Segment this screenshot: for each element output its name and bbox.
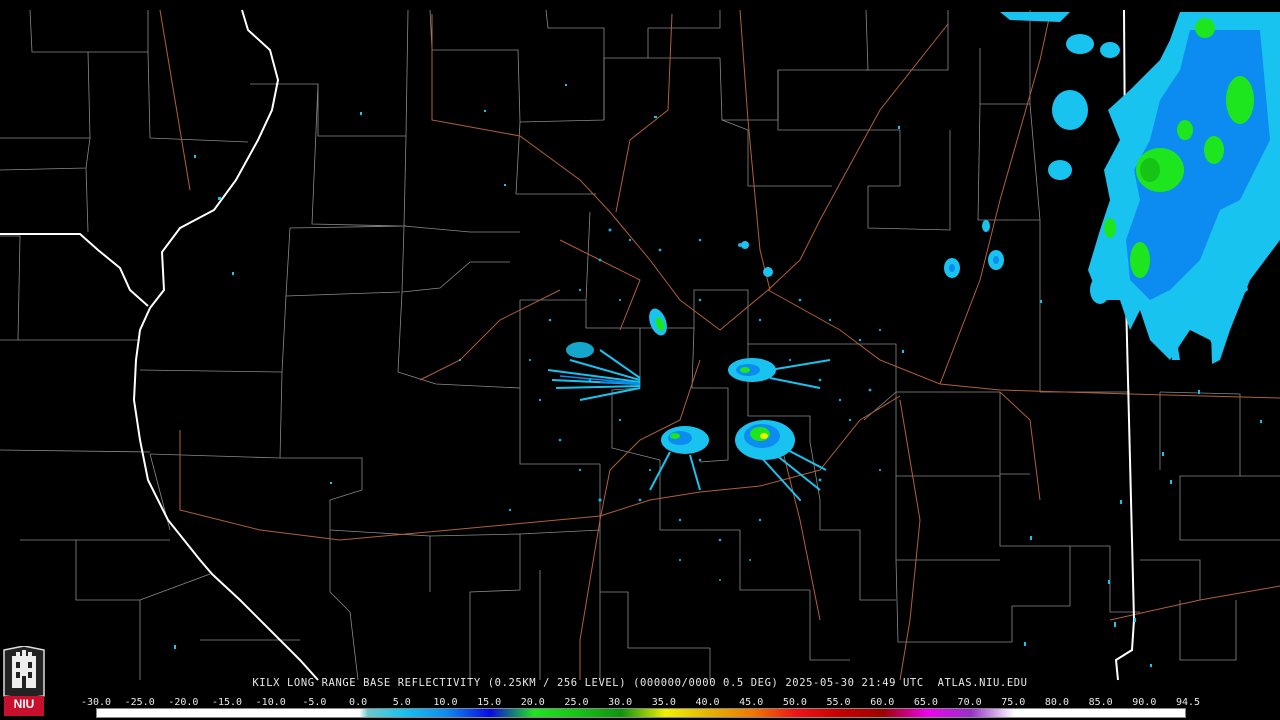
scale-label: 65.0 — [913, 697, 938, 708]
scale-label: 90.0 — [1132, 697, 1157, 708]
scale-label: 5.0 — [392, 697, 411, 708]
scale-label: 30.0 — [608, 697, 633, 708]
color-scale-bar — [96, 708, 1186, 718]
scale-label: -15.0 — [211, 697, 243, 708]
scale-label: 35.0 — [651, 697, 676, 708]
scale-label: 25.0 — [564, 697, 589, 708]
scale-label: 15.0 — [477, 697, 502, 708]
radar-map — [0, 0, 1280, 720]
scale-label: 20.0 — [520, 697, 545, 708]
scale-label: 55.0 — [826, 697, 851, 708]
scale-label: 10.0 — [433, 697, 458, 708]
scale-label: 40.0 — [695, 697, 720, 708]
scale-label: 0.0 — [349, 697, 368, 708]
scale-label: 75.0 — [1001, 697, 1026, 708]
scale-label: -20.0 — [168, 697, 199, 708]
scale-label: 80.0 — [1044, 697, 1069, 708]
scale-label: -10.0 — [255, 697, 286, 708]
scale-label: -30.0 — [80, 697, 112, 708]
scale-label: 85.0 — [1088, 697, 1113, 708]
scale-label: 50.0 — [782, 697, 807, 708]
scale-label: 70.0 — [957, 697, 982, 708]
product-caption: KILX LONG RANGE BASE REFLECTIVITY (0.25K… — [252, 677, 1028, 689]
scale-label: 60.0 — [870, 697, 895, 708]
scale-label: 45.0 — [739, 697, 764, 708]
niu-logo-text: NIU — [13, 697, 35, 711]
scale-label: 94.5 — [1175, 697, 1201, 708]
scale-label: -5.0 — [302, 697, 327, 708]
scale-label: -25.0 — [124, 697, 155, 708]
